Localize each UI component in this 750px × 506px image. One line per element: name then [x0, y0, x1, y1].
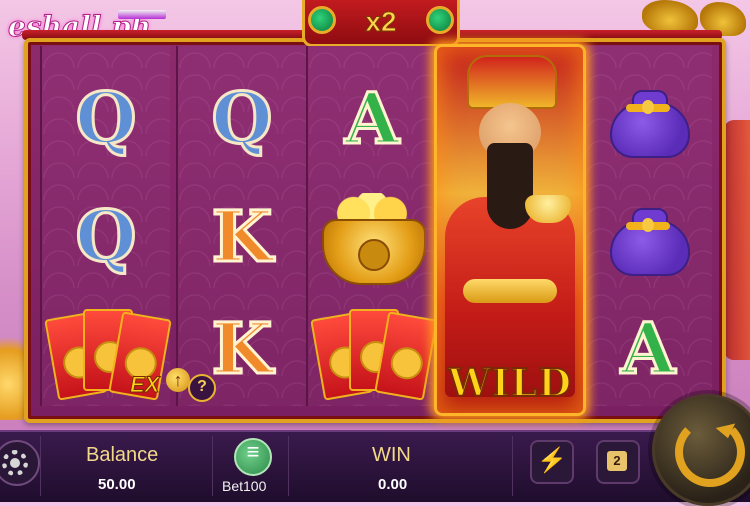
help-icon[interactable]: ?: [188, 374, 216, 402]
chips-icon: ≡: [246, 439, 260, 464]
symbol-q: Q: [74, 195, 138, 278]
symbol-money-bag: [584, 60, 712, 178]
fortune-god-side-decoration: [724, 120, 750, 360]
symbol-q: Q: [74, 77, 138, 160]
symbol-money-bag: [584, 178, 712, 296]
balance-label: Balance: [86, 444, 159, 466]
lightning-icon: ⚡: [537, 447, 567, 474]
fortune-god-belt: [463, 279, 557, 303]
divider: [512, 436, 513, 496]
reel-3: A: [306, 46, 438, 408]
reel-1: Q Q: [40, 46, 172, 406]
symbol-k: K: [210, 195, 274, 278]
reel-2: Q K K: [176, 46, 306, 406]
auto-spin-count: 2: [607, 451, 627, 471]
divider: [40, 436, 41, 496]
jade-knob-right-icon: [426, 6, 454, 34]
bet-button[interactable]: ≡: [234, 438, 272, 476]
symbol-a: A: [619, 307, 676, 390]
bet-value: 100: [243, 478, 267, 494]
symbol-a: A: [343, 77, 400, 160]
bet-display: Bet100: [222, 478, 266, 494]
ex-feature-badge[interactable]: EX: [129, 372, 159, 398]
bet-label: Bet: [222, 478, 244, 494]
wild-label: WILD: [447, 359, 573, 406]
symbol-q: Q: [210, 77, 274, 160]
red-envelopes-icon: [310, 301, 438, 401]
auto-spin-button[interactable]: 2: [596, 440, 640, 484]
up-arrow-icon: ↑: [166, 368, 190, 392]
wild-reel-4: WILD: [434, 44, 586, 416]
fortune-god-beard: [487, 143, 533, 229]
divider: [212, 436, 213, 496]
balance-value: 50.00: [98, 476, 136, 493]
money-bag-icon: [606, 80, 690, 158]
turbo-button[interactable]: ⚡: [530, 440, 574, 484]
fortune-god-hat: [467, 55, 557, 109]
gold-pot-icon: [316, 191, 428, 285]
jade-knob-left-icon: [308, 6, 336, 34]
win-label: WIN: [372, 444, 411, 466]
reel-5: A: [582, 46, 712, 406]
symbol-red-envelopes: [308, 290, 438, 408]
multiplier-value: x2: [365, 6, 397, 38]
symbol-gold-pot: [308, 178, 436, 296]
divider: [288, 436, 289, 496]
win-value: 0.00: [378, 476, 408, 493]
dragon-decoration-icon: [642, 0, 698, 34]
gold-ingot-icon: [525, 195, 571, 223]
money-bag-icon: [606, 198, 690, 276]
brand-bar-decoration: [118, 10, 166, 19]
